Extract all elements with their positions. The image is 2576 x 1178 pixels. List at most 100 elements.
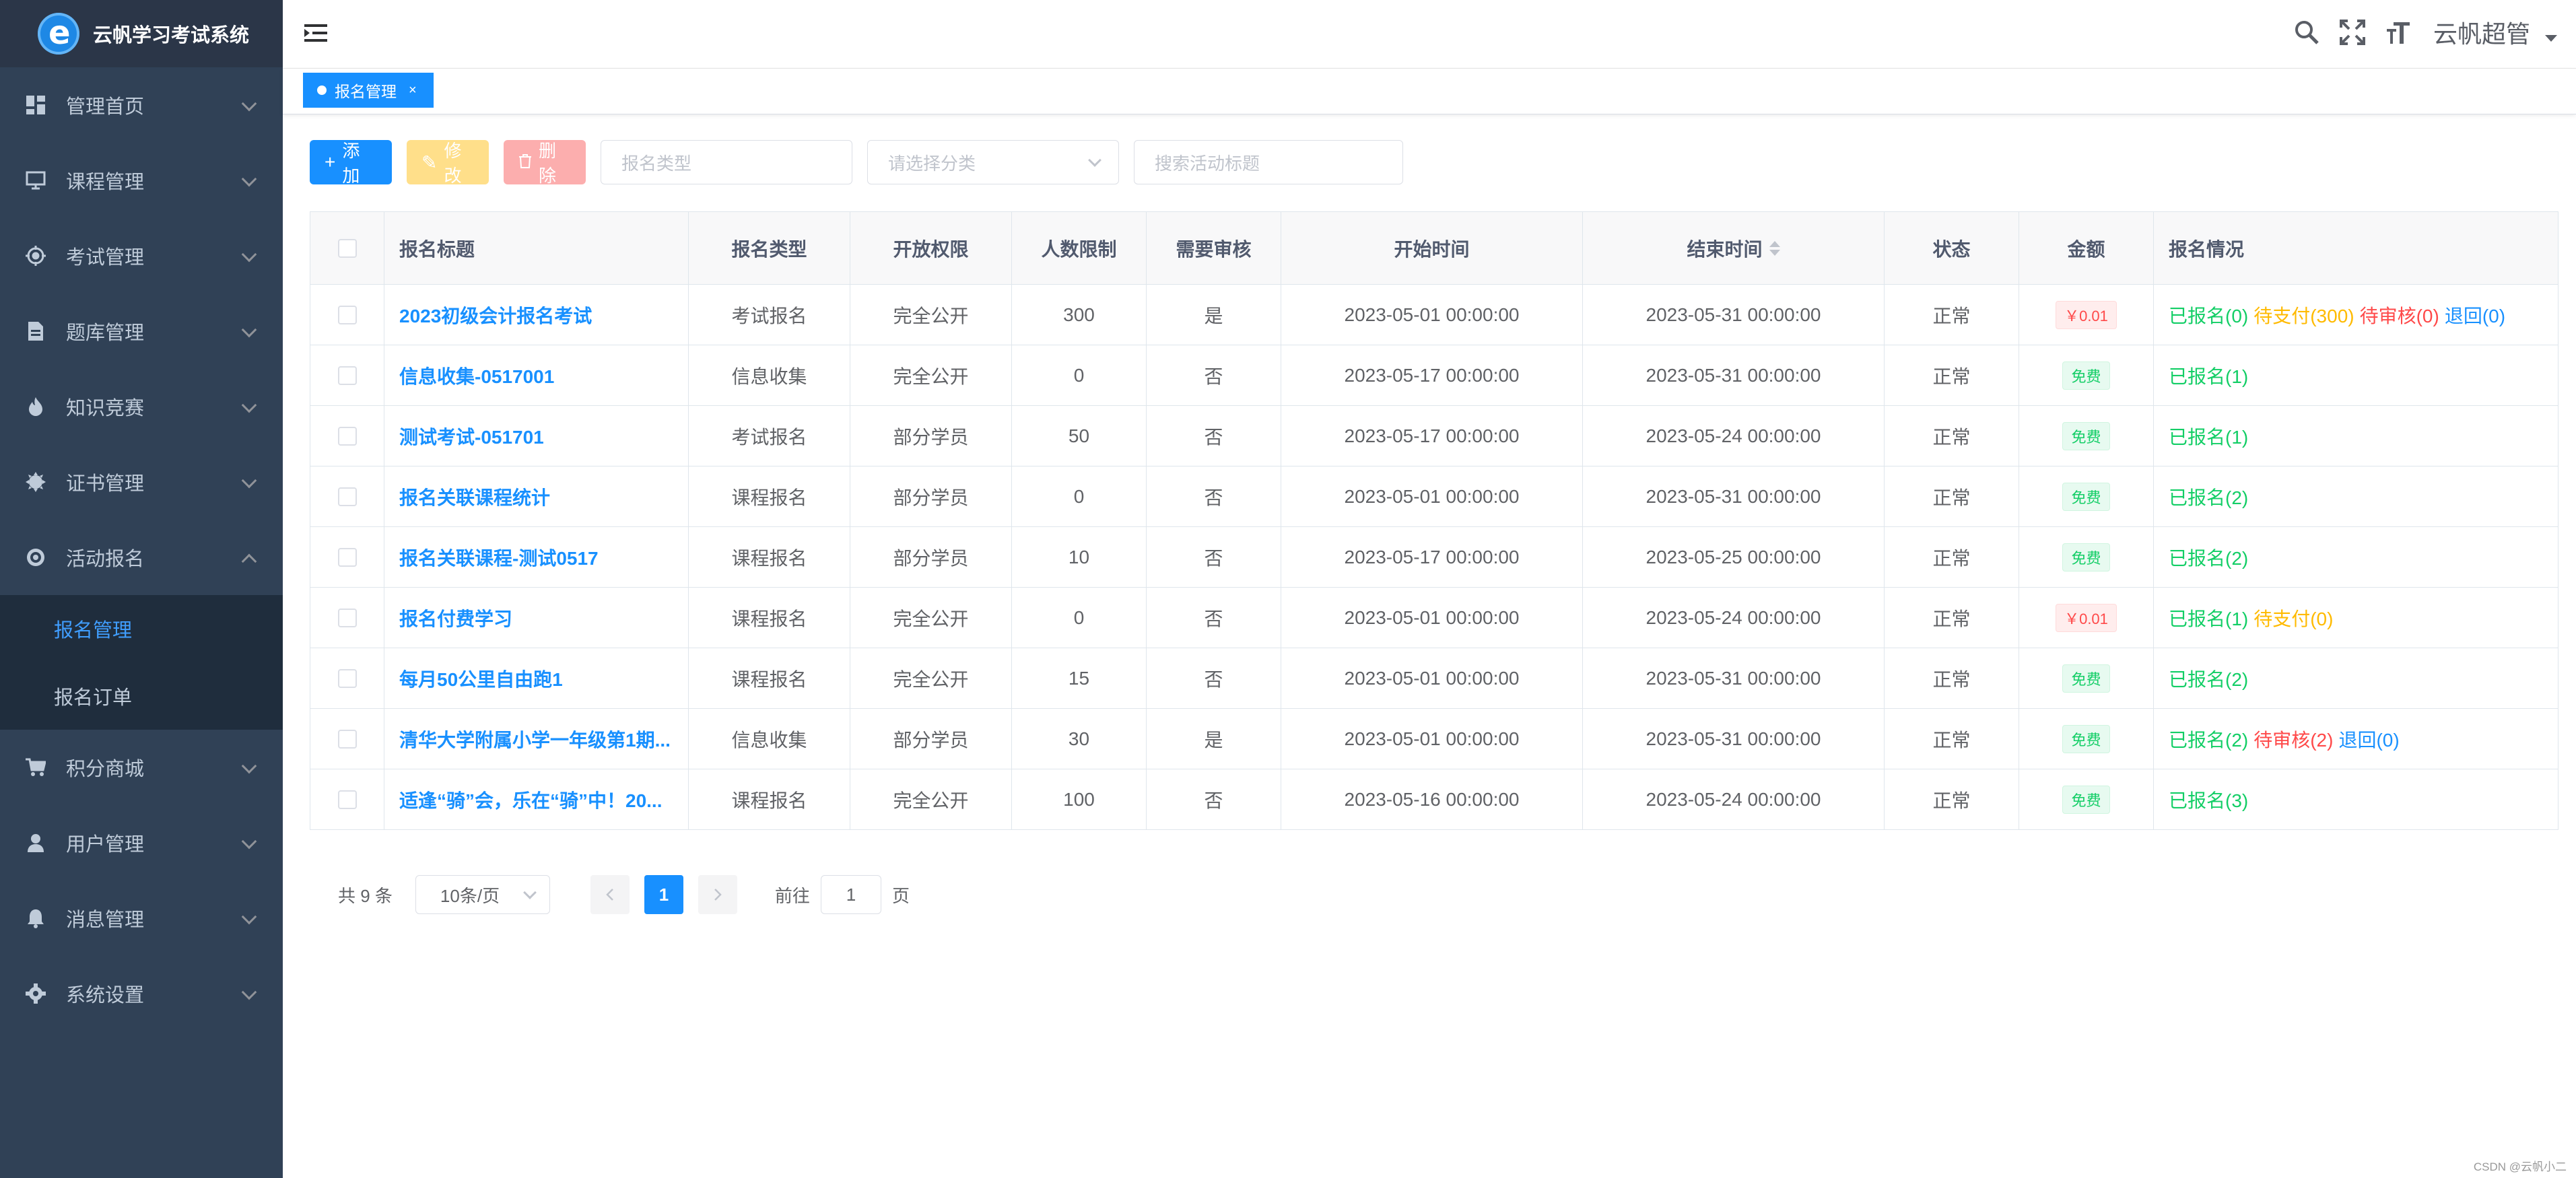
- status-cell: 正常: [1885, 345, 2019, 405]
- sidebar: 云帆学习考试系统 管理首页 课程管理 考试管理 题库管理 知识竞赛 证书管理 活…: [0, 0, 283, 1178]
- edit-button[interactable]: ✎ 修改: [407, 140, 489, 186]
- start-time-cell: 2023-05-01 00:00:00: [1281, 285, 1583, 345]
- sidebar-subitem[interactable]: 报名订单: [0, 662, 283, 730]
- situation-link[interactable]: 已报名(1): [2169, 362, 2248, 389]
- row-checkbox[interactable]: [337, 547, 357, 567]
- title-link[interactable]: 适逢“骑”会，乐在“骑”中！20...: [399, 786, 662, 813]
- situation-link[interactable]: 待支付(0): [2253, 604, 2333, 631]
- situation-link[interactable]: 待支付(300): [2253, 302, 2354, 328]
- sidebar-item[interactable]: 证书管理: [0, 444, 283, 520]
- row-checkbox[interactable]: [337, 729, 357, 749]
- sidebar-item[interactable]: 管理首页: [0, 67, 283, 143]
- fullscreen-icon[interactable]: [2338, 18, 2367, 47]
- table-row[interactable]: 测试考试-051701 考试报名 部分学员 50 否 2023-05-17 00…: [310, 406, 2558, 466]
- chevron-down-icon: [241, 397, 257, 413]
- table-row[interactable]: 2023初级会计报名考试 考试报名 完全公开 300 是 2023-05-01 …: [310, 285, 2558, 345]
- sidebar-subitem[interactable]: 报名管理: [0, 595, 283, 662]
- username[interactable]: 云帆超管: [2433, 15, 2530, 50]
- add-button-label: 添加: [342, 141, 360, 186]
- app-logo: [38, 13, 79, 55]
- add-button[interactable]: + 添加: [310, 140, 392, 186]
- sort-icon[interactable]: [1769, 240, 1780, 256]
- row-checkbox[interactable]: [337, 366, 357, 385]
- row-checkbox[interactable]: [337, 426, 357, 446]
- caret-down-icon[interactable]: [2545, 35, 2557, 42]
- category-select-placeholder: 请选择分类: [888, 153, 976, 174]
- goto-page-input[interactable]: 1: [820, 875, 881, 914]
- dashboard-icon: [24, 94, 47, 116]
- situation-link[interactable]: 已报名(1): [2169, 604, 2248, 631]
- page-number-current[interactable]: 1: [644, 875, 683, 914]
- title-link[interactable]: 清华大学附属小学一年级第1期...: [399, 726, 671, 753]
- row-checkbox[interactable]: [337, 668, 357, 688]
- row-select-cell: [310, 527, 384, 587]
- title-link[interactable]: 报名关联课程-测试0517: [399, 544, 599, 571]
- title-link[interactable]: 信息收集-0517001: [399, 362, 554, 389]
- situation-link[interactable]: 退回(0): [2338, 726, 2399, 753]
- hamburger-icon[interactable]: [304, 23, 327, 43]
- amount-badge: 免费: [2062, 543, 2110, 571]
- situation-link[interactable]: 已报名(1): [2169, 423, 2248, 450]
- audit-cell: 否: [1147, 648, 1281, 708]
- situation-link[interactable]: 待审核(2): [2253, 726, 2333, 753]
- situation-link[interactable]: 已报名(3): [2169, 786, 2248, 813]
- row-checkbox[interactable]: [337, 790, 357, 809]
- sidebar-item[interactable]: 题库管理: [0, 293, 283, 369]
- search-icon[interactable]: [2292, 18, 2321, 47]
- situation-link[interactable]: 已报名(2): [2169, 726, 2248, 753]
- table-row[interactable]: 报名关联课程-测试0517 课程报名 部分学员 10 否 2023-05-17 …: [310, 527, 2558, 588]
- situation-link[interactable]: 已报名(0): [2169, 302, 2248, 328]
- table-row[interactable]: 每月50公里自由跑1 课程报名 完全公开 15 否 2023-05-01 00:…: [310, 648, 2558, 709]
- search-input[interactable]: 搜索活动标题: [1134, 140, 1403, 184]
- sidebar-item[interactable]: 课程管理: [0, 143, 283, 218]
- title-link[interactable]: 测试考试-051701: [399, 423, 544, 450]
- sidebar-item-label: 活动报名: [66, 549, 145, 570]
- close-icon[interactable]: ×: [409, 83, 417, 98]
- situation-link[interactable]: 已报名(2): [2169, 665, 2248, 692]
- page-size-select[interactable]: 10条/页: [415, 875, 550, 914]
- title-link[interactable]: 2023初级会计报名考试: [399, 302, 592, 328]
- col-end-time[interactable]: 结束时间: [1583, 212, 1885, 284]
- title-link[interactable]: 每月50公里自由跑1: [399, 665, 563, 692]
- sidebar-item[interactable]: 知识竞赛: [0, 369, 283, 444]
- select-all-checkbox[interactable]: [337, 238, 357, 258]
- table-row[interactable]: 报名付费学习 课程报名 完全公开 0 否 2023-05-01 00:00:00…: [310, 588, 2558, 648]
- row-checkbox[interactable]: [337, 608, 357, 627]
- row-checkbox[interactable]: [337, 487, 357, 506]
- limit-cell: 15: [1012, 648, 1147, 708]
- sidebar-item[interactable]: 积分商城: [0, 730, 283, 805]
- chevron-down-icon: [241, 96, 257, 112]
- prev-page-button[interactable]: [590, 875, 630, 914]
- row-checkbox[interactable]: [337, 305, 357, 324]
- amount-cell: 免费: [2019, 406, 2154, 466]
- edit-icon: ✎: [421, 151, 438, 173]
- delete-button[interactable]: 删除: [504, 140, 586, 186]
- sidebar-item[interactable]: 用户管理: [0, 805, 283, 880]
- tag-registration-management[interactable]: 报名管理 ×: [303, 73, 434, 108]
- tag-label: 报名管理: [335, 83, 397, 100]
- brand[interactable]: 云帆学习考试系统: [0, 0, 283, 67]
- amount-cell: 免费: [2019, 527, 2154, 587]
- sidebar-item[interactable]: 消息管理: [0, 880, 283, 956]
- table-row[interactable]: 信息收集-0517001 信息收集 完全公开 0 否 2023-05-17 00…: [310, 345, 2558, 406]
- situation-link[interactable]: 已报名(2): [2169, 544, 2248, 571]
- next-page-button[interactable]: [698, 875, 737, 914]
- font-size-icon[interactable]: [2383, 18, 2413, 47]
- table-row[interactable]: 报名关联课程统计 课程报名 部分学员 0 否 2023-05-01 00:00:…: [310, 466, 2558, 527]
- type-cell: 考试报名: [689, 285, 850, 345]
- start-time-cell: 2023-05-01 00:00:00: [1281, 648, 1583, 708]
- situation-link[interactable]: 退回(0): [2445, 302, 2505, 328]
- sidebar-item[interactable]: 系统设置: [0, 956, 283, 1031]
- sidebar-item[interactable]: 考试管理: [0, 218, 283, 293]
- table-row[interactable]: 适逢“骑”会，乐在“骑”中！20... 课程报名 完全公开 100 否 2023…: [310, 769, 2558, 830]
- situation-link[interactable]: 已报名(2): [2169, 483, 2248, 510]
- sidebar-item[interactable]: 活动报名: [0, 520, 283, 595]
- situation-link[interactable]: 待审核(0): [2360, 302, 2439, 328]
- title-link[interactable]: 报名关联课程统计: [399, 483, 550, 510]
- title-link[interactable]: 报名付费学习: [399, 604, 512, 631]
- type-input[interactable]: 报名类型: [601, 140, 852, 184]
- category-select[interactable]: 请选择分类: [867, 140, 1119, 184]
- start-time-cell: 2023-05-01 00:00:00: [1281, 466, 1583, 526]
- table-row[interactable]: 清华大学附属小学一年级第1期... 信息收集 部分学员 30 是 2023-05…: [310, 709, 2558, 769]
- sidebar-item-label: 用户管理: [66, 834, 145, 856]
